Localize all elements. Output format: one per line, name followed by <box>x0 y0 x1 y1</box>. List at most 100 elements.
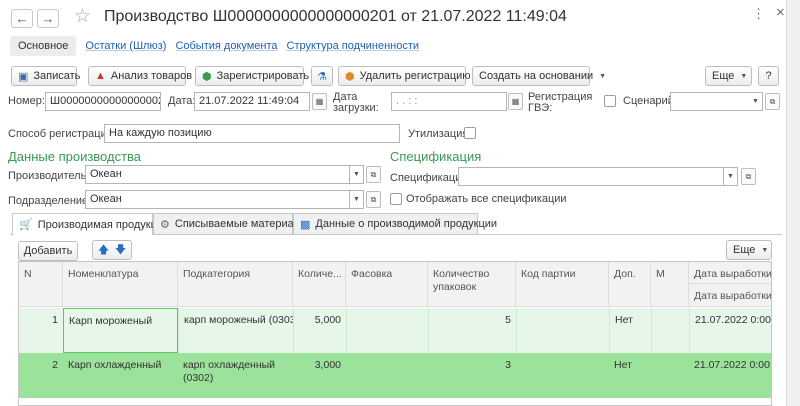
number-field[interactable]: Ш0000000000000000201 <box>45 92 161 111</box>
form-nav-links: Основное Остатки (Шлюз) События документ… <box>10 35 419 57</box>
spec-section-title: Спецификация <box>390 149 482 164</box>
load-date-field[interactable]: . . : : <box>391 92 507 111</box>
more-button[interactable]: Еще ▼ <box>705 66 752 86</box>
move-down-icon[interactable]: 🡇 <box>115 241 126 260</box>
close-icon[interactable]: × <box>776 4 785 21</box>
table-row[interactable]: 2 Карп охлажденный карп охлажденный (0302… <box>19 353 772 398</box>
show-all-specs-checkbox[interactable] <box>390 193 402 205</box>
tab-produced-data[interactable]: ▩ Данные о производимой продукции <box>293 213 497 234</box>
production-section-title: Данные производства <box>8 149 142 164</box>
col-header-quantity[interactable]: Количе... <box>293 262 346 307</box>
nav-structure-link[interactable]: Структура подчиненности <box>287 40 420 52</box>
flask-button[interactable]: ⚗ <box>311 66 333 86</box>
save-icon: ▣ <box>18 70 29 83</box>
cell-extra: Нет <box>614 359 632 371</box>
date-field[interactable]: 21.07.2022 11:49:04 <box>194 92 310 111</box>
move-buttons: 🡅 🡇 <box>92 240 132 260</box>
products-table: N Номенклатура Подкатегория Количе... Фа… <box>18 261 772 406</box>
utilization-label: Утилизация: <box>408 128 472 140</box>
utilization-checkbox[interactable] <box>464 127 476 139</box>
cell-pack-qty: 5 <box>428 308 516 353</box>
chevron-down-icon[interactable]: ▼ <box>350 165 364 184</box>
col-header-m[interactable]: М <box>651 262 689 307</box>
analyze-button-label: Анализ товаров <box>110 70 193 82</box>
open-icon[interactable]: ⧉ <box>741 168 756 185</box>
analyze-icon: ▲ <box>95 70 106 82</box>
cell-n: 2 <box>52 359 58 371</box>
col-header-packing[interactable]: Фасовка <box>346 262 428 307</box>
cell-subcategory: карп охлажденный (0302) <box>183 359 276 384</box>
favorite-star-icon[interactable]: ☆ <box>74 5 91 28</box>
cell-batch-code <box>516 308 609 353</box>
forward-button[interactable]: → <box>37 9 59 28</box>
table-row[interactable]: 1 Карп мороженый карп мороженый (0303) 5… <box>19 308 771 353</box>
scenario-field[interactable] <box>670 92 750 111</box>
delete-registration-label: Удалить регистрацию <box>359 70 471 82</box>
nav-remains-link[interactable]: Остатки (Шлюз) <box>85 40 166 52</box>
create-based-on-button[interactable]: Создать на основании ▼ <box>472 66 606 86</box>
analyze-goods-button[interactable]: ▲ Анализ товаров <box>88 66 192 86</box>
col-header-n[interactable]: N <box>19 262 63 307</box>
nav-main[interactable]: Основное <box>10 36 77 56</box>
cell-n: 1 <box>52 314 58 326</box>
chevron-down-icon[interactable]: ▼ <box>350 190 364 209</box>
register-button[interactable]: ⬢ Зарегистрировать <box>195 66 309 86</box>
open-icon[interactable]: ⧉ <box>366 166 381 183</box>
load-date-label: Дата загрузки: <box>333 91 379 114</box>
more-button-label: Еще <box>712 70 735 82</box>
col-header-prod-date-1: Дата выработки <box>689 262 771 284</box>
chevron-down-icon[interactable]: ▼ <box>749 92 763 111</box>
more-options-icon[interactable]: ⋮ <box>752 6 765 22</box>
back-button[interactable]: ← <box>11 9 33 28</box>
subdivision-field[interactable]: Океан <box>85 190 350 209</box>
reg-method-label: Способ регистрации: <box>8 128 116 140</box>
col-header-batch-code[interactable]: Код партии <box>516 262 609 307</box>
cell-packing <box>346 308 428 353</box>
col-header-nomenclature[interactable]: Номенклатура <box>63 262 178 307</box>
cell-batch-code <box>516 353 609 398</box>
open-icon[interactable]: ⧉ <box>366 191 381 208</box>
chevron-down-icon[interactable]: ▼ <box>724 167 738 186</box>
nav-events-link[interactable]: События документа <box>175 40 277 52</box>
shield-icon: ⬢ <box>202 70 212 83</box>
chevron-down-icon: ▼ <box>599 72 607 80</box>
cell-m <box>651 353 689 398</box>
calendar-icon[interactable]: ▦ <box>312 93 327 110</box>
col-header-prod-date[interactable]: Дата выработки Дата выработки д <box>689 262 771 307</box>
cell-nomenclature: Карп охлажденный <box>68 359 162 371</box>
move-up-icon[interactable]: 🡅 <box>98 241 109 260</box>
gve-registration-checkbox[interactable] <box>604 95 616 107</box>
chevron-down-icon: ▼ <box>761 246 769 254</box>
calendar-icon[interactable]: ▦ <box>508 93 523 110</box>
cell-nomenclature[interactable]: Карп мороженый <box>63 308 178 353</box>
cell-prod-date: 21.07.2022 0:00:0 <box>694 359 772 371</box>
tab-written-off-materials[interactable]: ⚙ Списываемые материалы <box>153 213 308 234</box>
tab-produced-products[interactable]: 🛒 Производимая продукция <box>12 213 169 235</box>
col-header-extra[interactable]: Доп. <box>609 262 651 307</box>
write-button[interactable]: ▣ Записать <box>11 66 81 86</box>
materials-icon: ⚙ <box>160 218 170 231</box>
open-icon[interactable]: ⧉ <box>765 93 780 110</box>
add-row-button[interactable]: Добавить <box>18 241 78 261</box>
date-label: Дата: <box>168 95 196 107</box>
producer-field[interactable]: Океан <box>85 165 350 184</box>
forward-arrow-icon: → <box>41 11 55 26</box>
number-label: Номер: <box>8 95 45 107</box>
col-header-pack-qty[interactable]: Количество упаковок <box>428 262 516 307</box>
grid-more-button[interactable]: Еще ▼ <box>726 240 772 260</box>
flask-icon: ⚗ <box>317 70 327 83</box>
cell-quantity: 3,000 <box>314 359 341 371</box>
create-based-label: Создать на основании <box>479 70 594 82</box>
vertical-scrollbar[interactable] <box>786 0 800 406</box>
cell-packing <box>346 353 428 398</box>
write-button-label: Записать <box>33 70 81 82</box>
help-button[interactable]: ? <box>758 66 779 86</box>
spec-field[interactable] <box>458 167 724 186</box>
delete-registration-button[interactable]: ⬢ Удалить регистрацию <box>338 66 471 86</box>
col-header-subcategory[interactable]: Подкатегория <box>178 262 293 307</box>
cell-m <box>651 308 689 353</box>
gve-registration-label: Регистрация ГВЭ: <box>528 91 593 114</box>
producer-label: Производитель: <box>8 170 90 182</box>
reg-method-field[interactable]: На каждую позицию <box>104 124 400 143</box>
help-icon: ? <box>765 70 772 82</box>
